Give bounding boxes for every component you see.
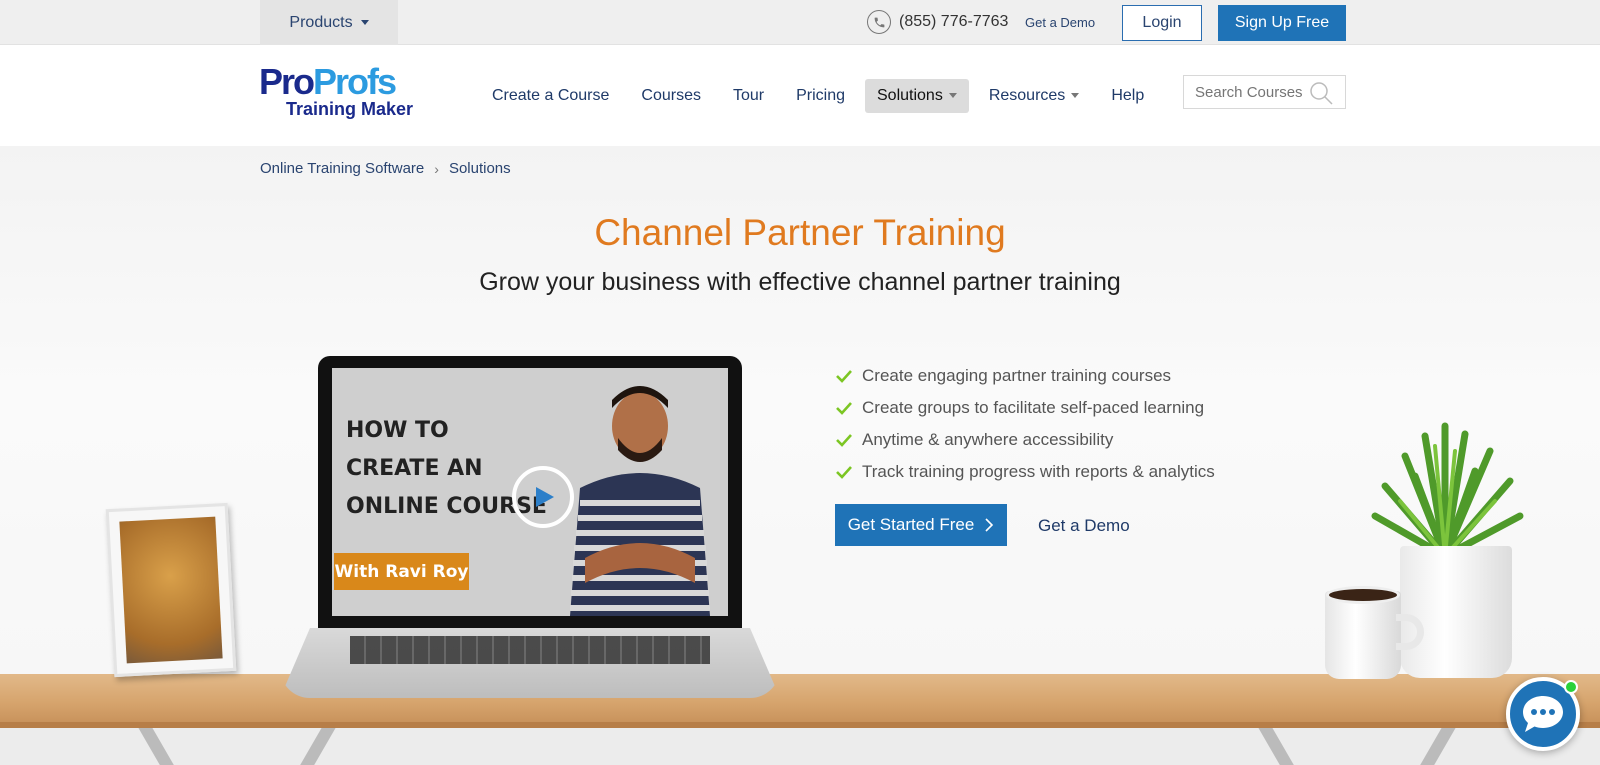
products-dropdown[interactable]: Products <box>260 0 398 45</box>
logo-pro-text: Pro <box>259 61 315 102</box>
get-a-demo-link[interactable]: Get a Demo <box>1038 516 1130 536</box>
desk-underside <box>0 728 1600 765</box>
nav-help[interactable]: Help <box>1099 79 1156 113</box>
coffee-mug <box>1325 591 1401 679</box>
video-presenter-badge: With Ravi Roy <box>334 553 469 590</box>
nav-create-a-course[interactable]: Create a Course <box>480 79 621 113</box>
breadcrumb-online-training-software[interactable]: Online Training Software <box>260 160 424 177</box>
feature-item: Create engaging partner training courses <box>836 360 1215 392</box>
login-button[interactable]: Login <box>1122 5 1202 41</box>
chevron-down-icon <box>1071 93 1080 98</box>
plant-pot <box>1400 546 1512 678</box>
nav-courses[interactable]: Courses <box>629 79 713 113</box>
hero-section: Online Training Software › Solutions Cha… <box>0 146 1600 765</box>
coffee-surface <box>1326 586 1400 604</box>
logo-profs-text: Profs <box>313 61 397 102</box>
nav-menu: Create a Course Courses Tour Pricing Sol… <box>480 45 1164 146</box>
products-label: Products <box>289 13 353 31</box>
phone-icon <box>867 10 891 34</box>
chat-online-indicator <box>1564 680 1578 694</box>
laptop-screen: HOW TO CREATE AN ONLINE COURSE With Ravi… <box>318 356 742 628</box>
sign-up-free-button[interactable]: Sign Up Free <box>1218 5 1346 41</box>
phone-number: (855) 776-7763 <box>899 13 1009 30</box>
logo-subtitle: Training Maker <box>286 99 414 119</box>
breadcrumb-solutions[interactable]: Solutions <box>449 160 511 177</box>
chevron-down-icon <box>948 93 957 98</box>
desk-surface <box>0 674 1600 722</box>
breadcrumb: Online Training Software › Solutions <box>260 160 511 177</box>
get-started-free-button[interactable]: Get Started Free <box>835 504 1007 546</box>
presenter-image <box>570 386 710 616</box>
chevron-right-icon <box>985 518 994 532</box>
video-thumbnail[interactable]: HOW TO CREATE AN ONLINE COURSE With Ravi… <box>332 368 728 616</box>
top-get-demo-link[interactable]: Get a Demo <box>1025 15 1095 30</box>
chevron-down-icon <box>360 20 369 25</box>
search-box <box>1183 75 1346 109</box>
nav-pricing[interactable]: Pricing <box>784 79 857 113</box>
check-icon <box>836 466 852 479</box>
page-subtitle: Grow your business with effective channe… <box>479 268 1121 296</box>
proprofs-logo[interactable]: ProProfs Training Maker <box>259 64 424 125</box>
feature-item: Anytime & anywhere accessibility <box>836 424 1215 456</box>
chat-bubble-icon <box>1523 696 1563 732</box>
nav-tour[interactable]: Tour <box>721 79 776 113</box>
top-utility-bar: Products (855) 776-7763 Get a Demo Login… <box>0 0 1600 45</box>
nav-resources[interactable]: Resources <box>977 79 1091 113</box>
page-title: Channel Partner Training <box>594 212 1006 253</box>
play-icon <box>536 487 554 507</box>
dog-photo-frame <box>105 502 237 678</box>
main-navbar: ProProfs Training Maker Create a Course … <box>0 45 1600 146</box>
search-icon[interactable] <box>1309 81 1333 109</box>
feature-list: Create engaging partner training courses… <box>836 360 1215 488</box>
laptop-keyboard <box>350 636 710 664</box>
dog-photo <box>119 516 223 664</box>
breadcrumb-separator: › <box>434 160 439 177</box>
check-icon <box>836 370 852 383</box>
play-button[interactable] <box>512 466 574 528</box>
check-icon <box>836 434 852 447</box>
plant-image <box>1371 422 1524 560</box>
nav-solutions[interactable]: Solutions <box>865 78 969 113</box>
feature-item: Create groups to facilitate self-paced l… <box>836 392 1215 424</box>
check-icon <box>836 402 852 415</box>
feature-item: Track training progress with reports & a… <box>836 456 1215 488</box>
search-courses-input[interactable] <box>1195 83 1305 101</box>
phone-contact[interactable]: (855) 776-7763 <box>867 10 1008 34</box>
